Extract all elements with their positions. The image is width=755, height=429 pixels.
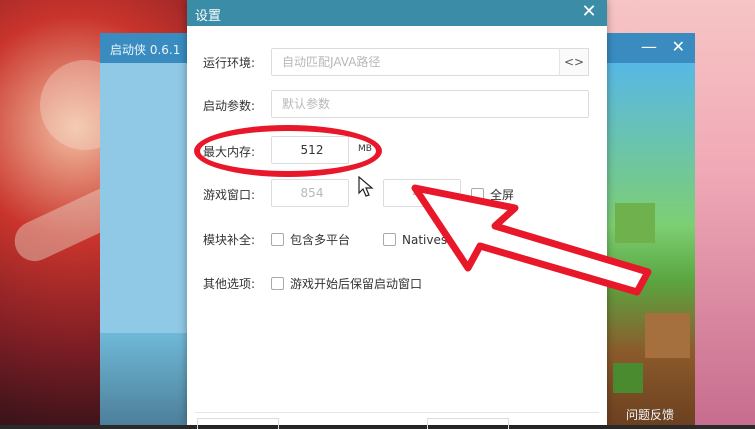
annotation-arrow-icon [411,184,652,296]
mouse-cursor-icon [358,176,374,197]
